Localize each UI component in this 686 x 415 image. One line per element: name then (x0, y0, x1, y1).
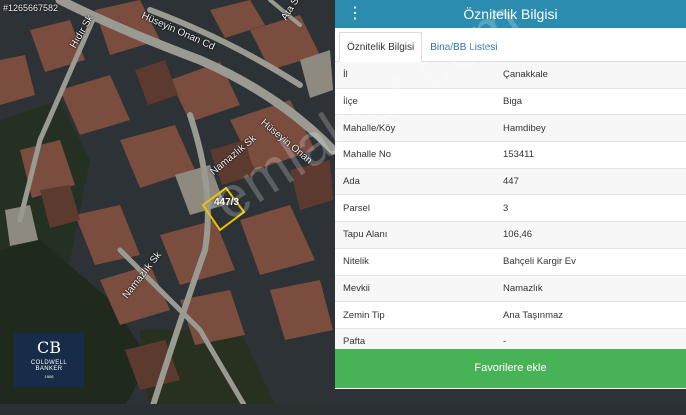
row-value: 447 (503, 176, 519, 188)
row-key: Parsel (343, 202, 370, 214)
table-row: Ada 447 (335, 168, 686, 196)
row-value: 153411 (503, 149, 534, 161)
row-key: Tapu Alanı (343, 229, 388, 241)
table-row: Mevkii Namazlık (335, 275, 686, 303)
row-value: Hamdibey (503, 122, 546, 134)
attribute-panel: ⋮ Öznitelik Bilgisi Öznitelik Bilgisi Bi… (335, 0, 686, 389)
table-row: Zemin Tip Ana Taşınmaz (335, 302, 686, 329)
tab-attribute-info[interactable]: Öznitelik Bilgisi (339, 32, 423, 62)
coldwell-banker-logo: CB COLDWELL BANKER 1906 (14, 333, 84, 387)
add-to-favorites-button[interactable]: Favorilere ekle (335, 349, 686, 388)
tab-building-list[interactable]: Bina/BB Listesi (422, 32, 505, 62)
row-value: - (503, 336, 507, 348)
row-value: Ana Taşınmaz (503, 309, 564, 321)
row-key: İlçe (343, 96, 358, 108)
table-row: İl Çanakkale (335, 62, 686, 89)
row-key: Zemin Tip (343, 309, 385, 321)
row-value: 106,46 (503, 229, 533, 241)
table-row: Tapu Alanı 106,46 (335, 222, 686, 249)
row-key: Nitelik (343, 256, 369, 268)
row-key: Mahalle No (343, 149, 392, 161)
row-key: İl (343, 69, 348, 81)
row-value: Bahçeli Kargir Ev (503, 256, 576, 268)
row-value: 3 (503, 202, 509, 214)
table-row: Mahalle/Köy Hamdibey (335, 115, 686, 143)
logo-line-3: 1906 (44, 374, 54, 379)
row-key: Ada (343, 176, 360, 188)
attribute-table: İl Çanakkale İlçe Biga Mahalle/Köy Hamdibey… (335, 62, 686, 356)
listing-id: #1265667582 (3, 3, 59, 13)
table-row: İlçe Biga (335, 89, 686, 116)
table-row: Mahalle No 153411 (335, 142, 686, 169)
table-row: Nitelik Bahçeli Kargir Ev (335, 249, 686, 276)
logo-mark: CB (37, 338, 61, 357)
logo-line-2: BANKER (35, 366, 63, 372)
panel-tabs: Öznitelik Bilgisi Bina/BB Listesi (335, 28, 686, 62)
row-key: Mahalle/Köy (343, 122, 396, 134)
map-bottom-strip (0, 404, 686, 415)
row-key: Mevkii (343, 282, 370, 294)
row-value: Biga (503, 96, 523, 108)
row-key: Pafta (343, 336, 366, 348)
row-value: Çanakkale (503, 69, 548, 81)
parcel-label: 447/3 (214, 197, 240, 208)
table-row: Parsel 3 (335, 195, 686, 223)
row-value: Namazlık (503, 282, 543, 294)
panel-title: Öznitelik Bilgisi (463, 6, 558, 22)
panel-header: ⋮ Öznitelik Bilgisi (335, 0, 686, 28)
